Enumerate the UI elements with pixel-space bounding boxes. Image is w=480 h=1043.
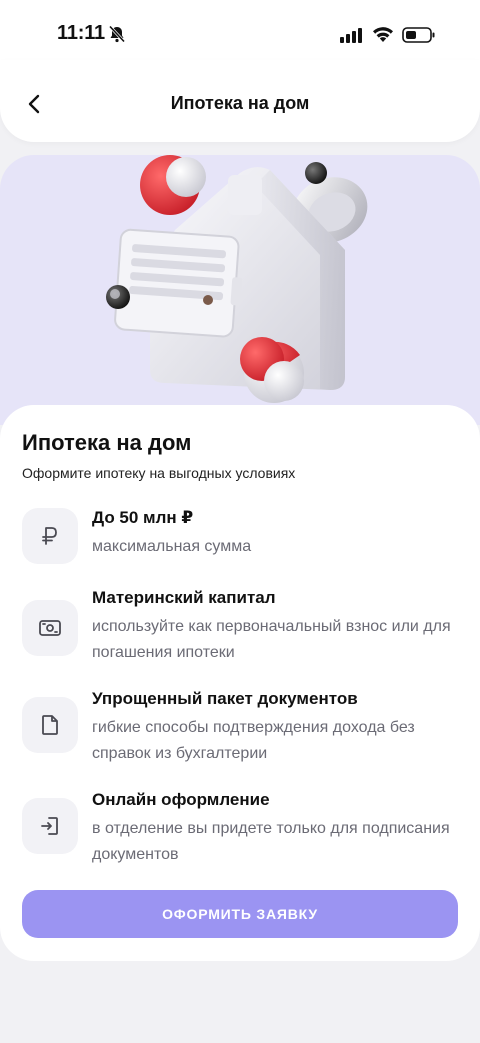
feature-description: используйте как первоначальный взнос или…	[92, 618, 451, 661]
content-card: Ипотека на дом Оформите ипотеку на выгод…	[0, 405, 480, 961]
wifi-icon	[373, 27, 393, 42]
feature-description: в отделение вы придете только для подпис…	[92, 820, 450, 863]
offer-title: Ипотека на дом	[22, 430, 192, 455]
feature-title: Материнский капитал	[92, 588, 276, 607]
sign-in-icon	[22, 798, 78, 854]
feature-title: Онлайн оформление	[92, 790, 270, 809]
ruble-icon	[22, 508, 78, 564]
bell-muted-icon	[108, 25, 126, 43]
house-illustration	[106, 155, 368, 403]
apply-button[interactable]: ОФОРМИТЬ ЗАЯВКУ	[22, 890, 458, 938]
feature-title: Упрощенный пакет документов	[92, 689, 358, 708]
offer-subtitle: Оформите ипотеку на выгодных условиях	[22, 465, 296, 481]
signal-icon	[340, 28, 362, 43]
status-time: 11:11	[57, 22, 105, 44]
feature-description: гибкие способы подтверждения дохода без …	[92, 719, 415, 762]
feature-title: До 50 млн ₽	[92, 508, 194, 527]
page-title: Ипотека на дом	[170, 93, 310, 113]
cash-icon	[22, 600, 78, 656]
feature-description: максимальная сумма	[92, 538, 252, 555]
battery-icon	[402, 27, 435, 43]
document-icon	[22, 697, 78, 753]
hero-banner	[0, 155, 480, 425]
header: Ипотека на дом	[0, 60, 480, 142]
